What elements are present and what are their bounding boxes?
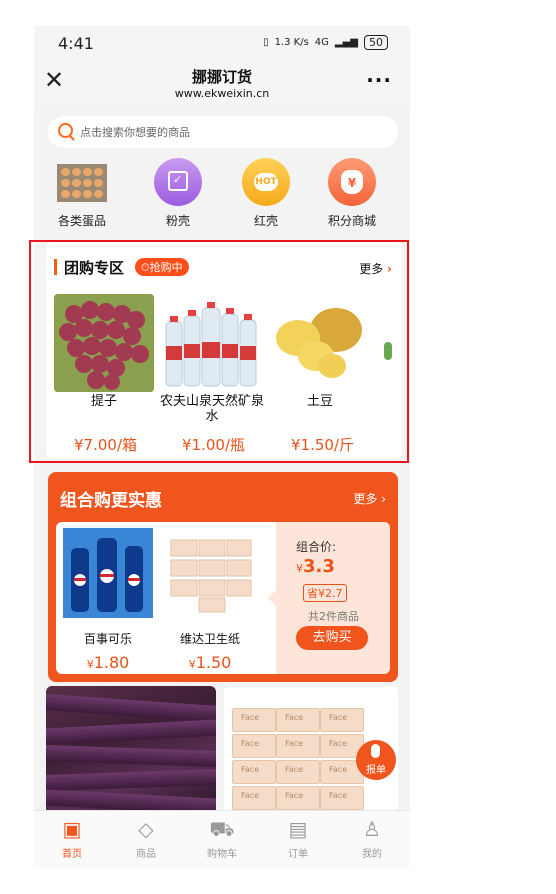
tab-label: 订单 bbox=[288, 849, 308, 860]
voice-order-label: 报单 bbox=[366, 765, 386, 776]
category-pink-shell[interactable]: 粉壳 bbox=[142, 158, 214, 229]
combo-more-link[interactable]: 更多 › bbox=[353, 490, 386, 507]
currency-symbol: ¥ bbox=[86, 658, 94, 671]
category-label: 各类蛋品 bbox=[57, 214, 106, 228]
combo-product[interactable]: 百事可乐 ¥1.80 bbox=[58, 528, 158, 672]
combo-summary: 组合价: ¥3.3 省¥2.7 共2件商品 去购买 bbox=[276, 522, 390, 674]
microphone-icon bbox=[371, 744, 380, 758]
bottom-tab-bar: ▣ 首页 ◇ 商品 ⛟ 购物车 ▤ 订单 ♙ 我的 bbox=[34, 810, 410, 868]
page-title: 挪挪订货 bbox=[191, 68, 252, 86]
currency-symbol: ¥ bbox=[296, 562, 303, 575]
nav-bar: ✕ 挪挪订货 www.ekweixin.cn ··· bbox=[34, 62, 410, 106]
combo-product[interactable]: 维达卫生纸 ¥1.50 bbox=[160, 528, 260, 672]
combo-price-label: 组合价: bbox=[296, 540, 337, 554]
vibrate-icon: ▯ bbox=[263, 37, 269, 48]
more-label: 更多 bbox=[353, 492, 378, 506]
tab-label: 我的 bbox=[362, 849, 382, 860]
price-value: 1.80 bbox=[93, 653, 130, 672]
category-points-mall[interactable]: ¥ 积分商城 bbox=[316, 158, 388, 229]
status-bar: 4:41 ▯ 1.3 K/s 4G ▂▄▆ 50 bbox=[34, 26, 410, 62]
more-menu-icon[interactable]: ··· bbox=[366, 68, 392, 92]
category-label: 粉壳 bbox=[165, 214, 190, 228]
eggplant-image[interactable] bbox=[46, 686, 216, 810]
chevron-right-icon: › bbox=[381, 492, 386, 506]
search-icon bbox=[58, 123, 73, 138]
goods-icon: ◇ bbox=[138, 817, 154, 841]
tab-cart[interactable]: ⛟ 购物车 bbox=[192, 817, 252, 860]
category-label: 红壳 bbox=[253, 214, 278, 228]
home-icon: ▣ bbox=[62, 817, 82, 841]
voice-order-button[interactable]: 报单 bbox=[356, 740, 396, 780]
combo-title: 组合购更实惠 bbox=[60, 491, 162, 511]
category-red-shell[interactable]: HOT 红壳 bbox=[230, 158, 302, 229]
combo-divider-notch bbox=[268, 590, 276, 606]
signal-label: 4G bbox=[314, 37, 329, 48]
profile-icon: ♙ bbox=[363, 817, 381, 841]
battery-icon: 50 bbox=[364, 35, 388, 50]
savings-badge: 省¥2.7 bbox=[303, 584, 347, 602]
highlight-frame bbox=[29, 240, 409, 463]
combo-product-name: 维达卫生纸 bbox=[179, 632, 240, 646]
egg-tray-icon bbox=[57, 164, 107, 202]
category-label: 积分商城 bbox=[327, 214, 376, 228]
currency-symbol: ¥ bbox=[188, 658, 196, 671]
combo-card[interactable]: 百事可乐 ¥1.80 维达卫生纸 ¥1.50 组合价: ¥3.3 省¥2.7 共… bbox=[56, 522, 390, 674]
tab-home[interactable]: ▣ 首页 bbox=[42, 817, 102, 860]
combo-section: 组合购更实惠 更多 › 百事可乐 ¥1.80 维达卫生纸 ¥1.50 组合价: … bbox=[48, 472, 398, 682]
tissue-image bbox=[165, 528, 255, 618]
signal-icon: ▂▄▆ bbox=[334, 37, 358, 48]
pepsi-image bbox=[63, 528, 153, 618]
combo-price: ¥3.3 bbox=[296, 556, 335, 577]
product-grid bbox=[34, 686, 410, 810]
combo-product-name: 百事可乐 bbox=[83, 632, 132, 646]
item-count: 共2件商品 bbox=[308, 610, 359, 623]
status-icons: ▯ 1.3 K/s 4G ▂▄▆ 50 bbox=[263, 35, 388, 50]
tab-label: 首页 bbox=[62, 849, 82, 860]
hot-icon: HOT bbox=[242, 158, 290, 206]
buy-button[interactable]: 去购买 bbox=[296, 626, 368, 650]
combo-product-price: ¥1.80 bbox=[58, 653, 158, 672]
search-input[interactable]: 点击搜索你想要的商品 bbox=[48, 116, 398, 148]
calendar-check-icon bbox=[154, 158, 202, 206]
search-placeholder: 点击搜索你想要的商品 bbox=[80, 126, 190, 139]
order-icon: ▤ bbox=[288, 817, 308, 841]
net-speed: 1.3 K/s bbox=[274, 37, 309, 48]
price-value: 3.3 bbox=[303, 556, 335, 577]
tab-goods[interactable]: ◇ 商品 bbox=[116, 817, 176, 860]
tab-profile[interactable]: ♙ 我的 bbox=[342, 817, 402, 860]
tab-orders[interactable]: ▤ 订单 bbox=[268, 817, 328, 860]
price-value: 1.50 bbox=[195, 653, 232, 672]
page-url: www.ekweixin.cn bbox=[174, 87, 270, 100]
cart-icon: ⛟ bbox=[209, 817, 235, 841]
category-eggs[interactable]: 各类蛋品 bbox=[46, 158, 118, 229]
tab-label: 购物车 bbox=[207, 849, 237, 860]
status-time: 4:41 bbox=[58, 34, 94, 53]
tab-label: 商品 bbox=[136, 849, 156, 860]
category-row: 各类蛋品 粉壳 HOT 红壳 ¥ 积分商城 bbox=[34, 158, 410, 232]
combo-product-price: ¥1.50 bbox=[160, 653, 260, 672]
money-bag-icon: ¥ bbox=[328, 158, 376, 206]
